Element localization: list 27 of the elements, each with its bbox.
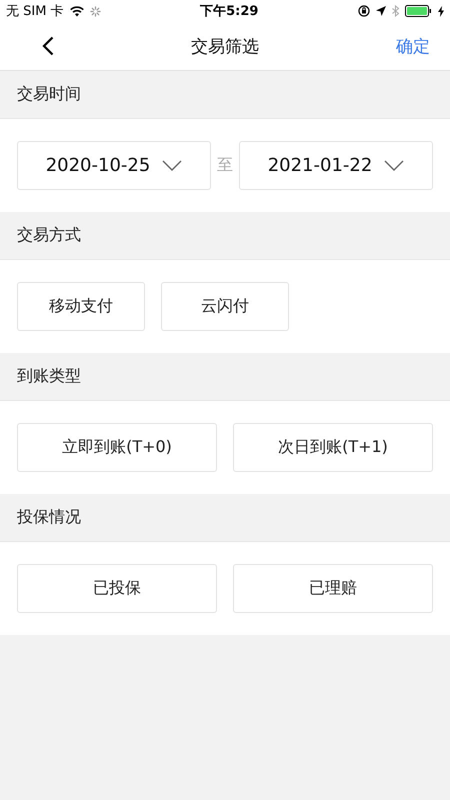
confirm-button[interactable]: 确定 [392, 30, 434, 62]
chevron-left-icon [42, 36, 54, 56]
date-picker[interactable]: 2021-01-22 [239, 141, 433, 190]
wifi-icon [70, 6, 84, 16]
spinner-icon [90, 6, 101, 16]
option-button[interactable]: 已投保 [17, 564, 217, 613]
section-title: 投保情况 [17, 507, 81, 528]
charging-icon [438, 6, 444, 16]
section-title: 到账类型 [17, 366, 81, 387]
option-button[interactable]: 移动支付 [17, 282, 145, 331]
clock-text: 下午5:29 [200, 3, 258, 20]
section-title: 交易方式 [17, 225, 81, 246]
option-button[interactable]: 已理赔 [233, 564, 433, 613]
bluetooth-icon [392, 5, 399, 17]
option-button[interactable]: 立即到账(T+0) [17, 423, 217, 472]
chevron-down-icon [162, 160, 182, 171]
separator-text: 至 [216, 155, 234, 176]
option-button[interactable]: 云闪付 [161, 282, 289, 331]
carrier-text: 无 SIM 卡 [6, 3, 64, 20]
page-title: 交易筛选 [191, 36, 259, 58]
option-button[interactable]: 次日到账(T+1) [233, 423, 433, 472]
location-arrow-icon [376, 6, 386, 16]
date-picker[interactable]: 2020-10-25 [17, 141, 211, 190]
rotation-lock-icon [358, 5, 370, 17]
section-title: 交易时间 [17, 84, 81, 105]
chevron-down-icon [384, 160, 404, 171]
battery-icon [404, 5, 432, 17]
